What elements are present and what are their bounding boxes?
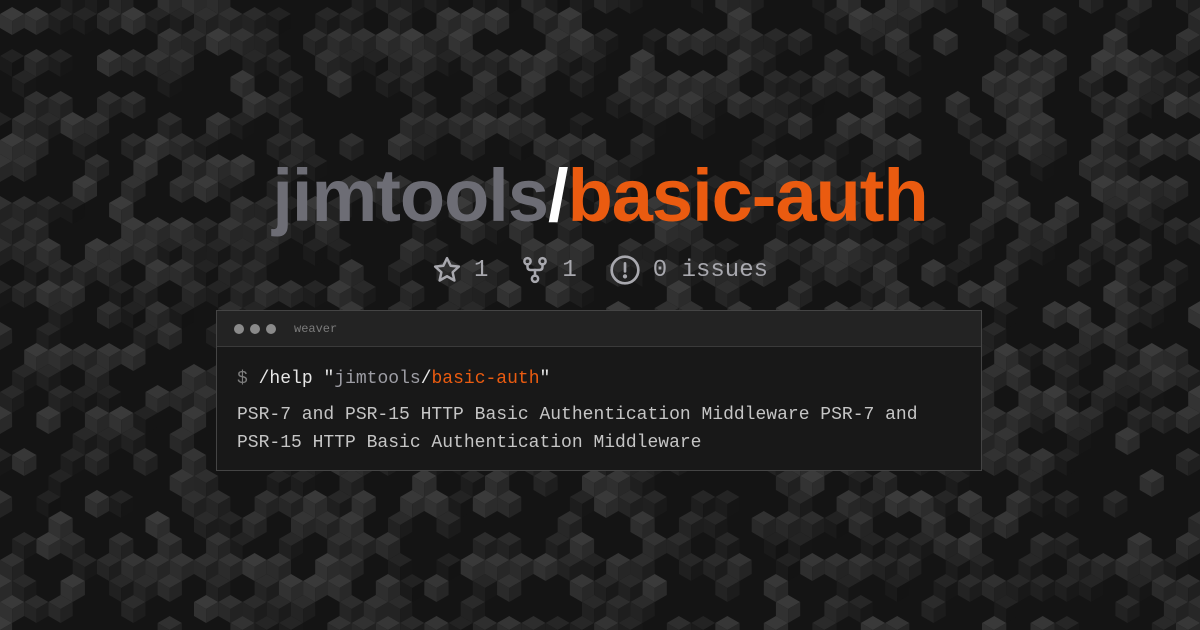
issues-stat: 0 issues [609,254,768,286]
cube-face [751,0,764,14]
forks-stat: 1 [520,255,577,285]
repo-name: basic-auth [567,154,929,237]
cube-face [703,0,716,14]
stars-stat: 1 [432,255,488,285]
cube-face [1091,0,1104,14]
cube-face [618,0,631,14]
cube-face [594,0,607,14]
repo-stats: 1 1 0 issues [0,250,1200,290]
repo-description: PSR-7 and PSR-15 HTTP Basic Authenticati… [237,405,918,453]
window-dot-icon [266,323,276,334]
command-arg-slash: / [420,369,432,389]
cube-face [363,0,376,14]
command-arg-repo: basic-auth [431,369,540,389]
terminal-prompt: $ [237,369,248,389]
cube-face [375,0,388,14]
forks-count: 1 [562,256,577,284]
cube-face [982,0,995,14]
cube-face [509,0,522,14]
cube-face [606,0,619,14]
window-dot-icon [250,323,260,334]
cube-face [921,0,934,14]
quote-close: " [539,369,551,389]
cube-face [691,0,704,14]
star-icon [433,256,461,282]
cube-face [933,0,946,14]
issue-icon [610,255,640,285]
cube-face [945,0,958,14]
fork-icon [523,256,548,284]
window-dot-icon [234,323,244,334]
cube-face [715,0,728,14]
repo-owner: jimtools [272,154,549,237]
cube-face [1176,0,1189,14]
command-arg-owner: jimtools [334,369,421,389]
cube-face [812,0,825,14]
cube-face [630,0,643,14]
repo-title: jimtools/basic-auth [0,152,1200,240]
issues-count: 0 issues [652,256,769,284]
cube-face [1139,0,1152,14]
cube-face [521,0,534,14]
terminal-titlebar: weaver [217,311,981,347]
cube-face [582,0,595,14]
stars-count: 1 [473,256,489,284]
terminal-name: weaver [294,321,338,336]
cube-face [1079,0,1092,14]
terminal-command: /help [258,369,313,389]
cube-face [412,0,425,14]
title-slash: / [548,154,569,237]
quote-open: " [323,369,335,389]
terminal-command-line: $ /help "jimtools/basic-auth" [237,365,961,393]
cube-face [424,0,437,14]
terminal-window: weaver $ /help "jimtools/basic-auth" PSR… [216,310,982,471]
terminal-body: $ /help "jimtools/basic-auth" PSR-7 and … [217,347,981,457]
